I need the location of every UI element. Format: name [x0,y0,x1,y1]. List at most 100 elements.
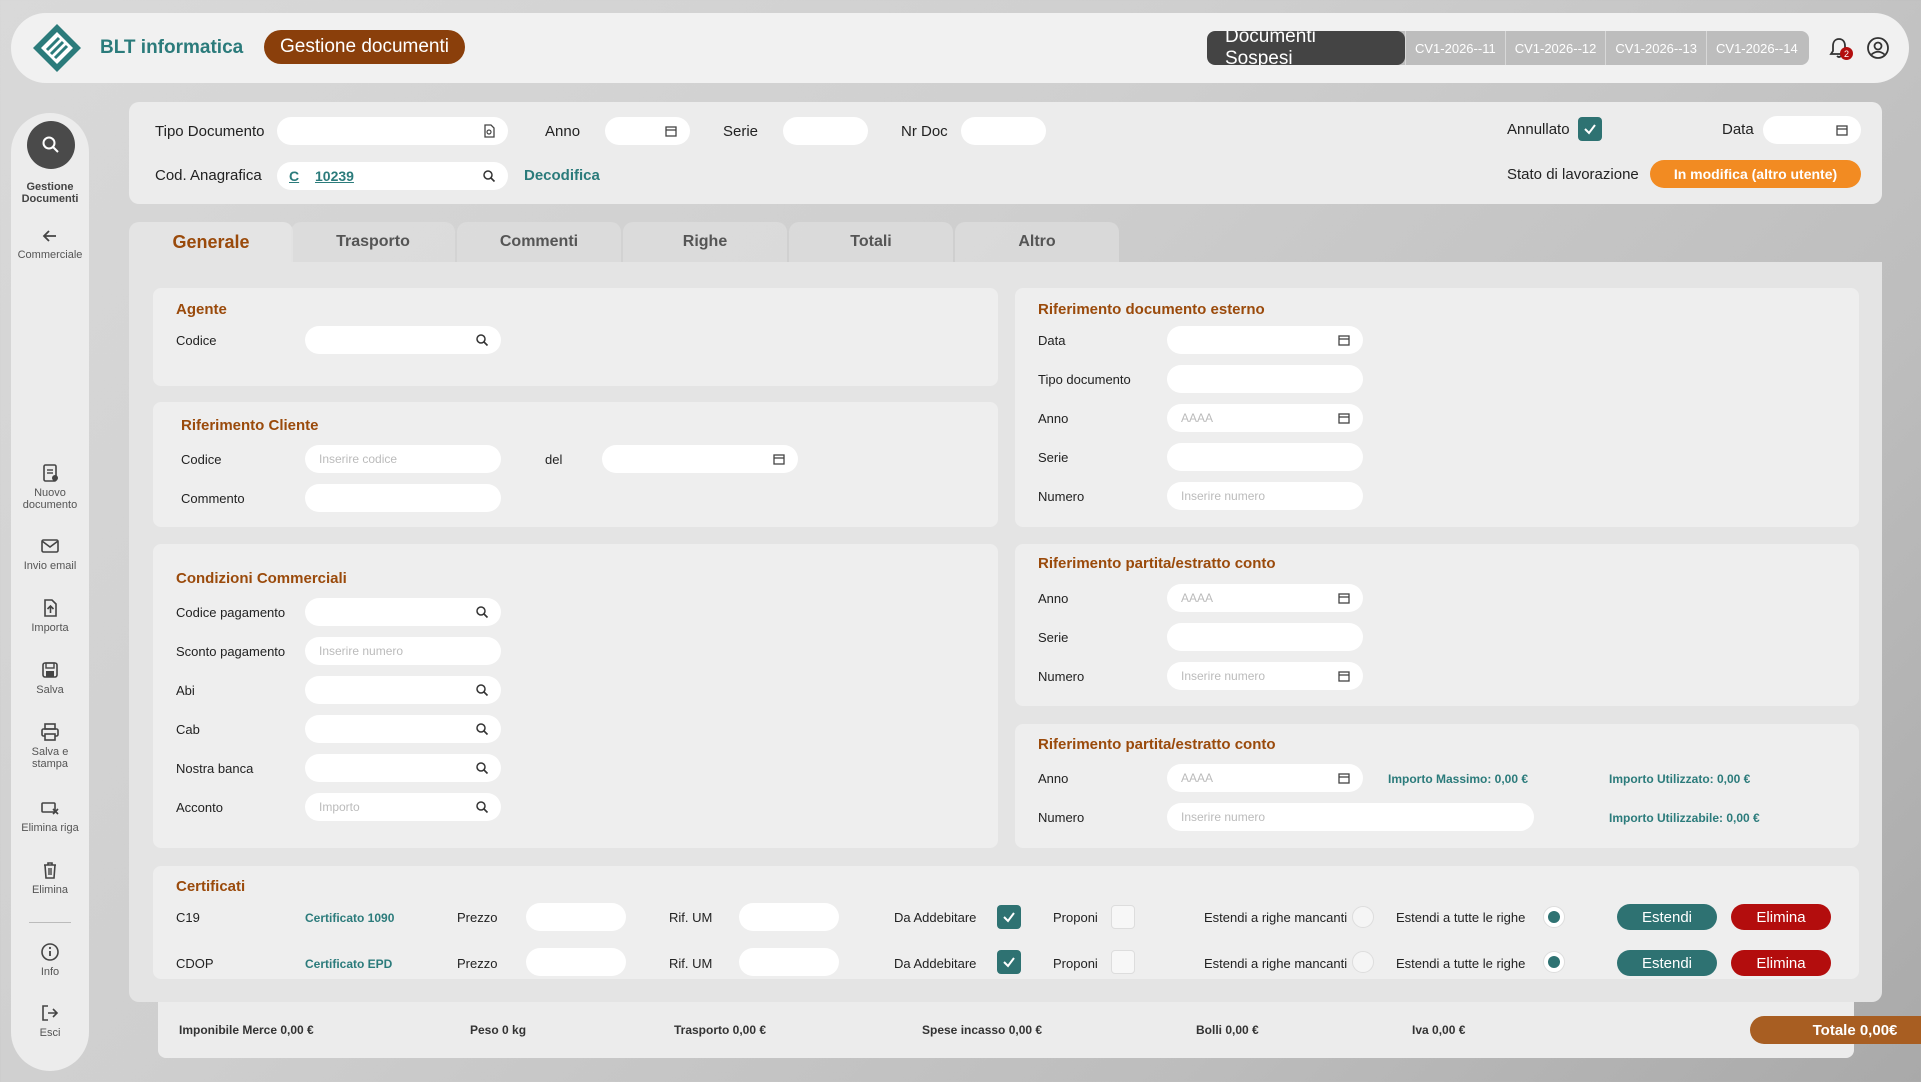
estendi-button[interactable]: Estendi [1617,904,1717,930]
placeholder: AAAA [1181,411,1214,425]
sidebar-item-save[interactable]: Salva [11,660,89,696]
placeholder: Inserire numero [1181,669,1266,683]
rif-esterno-serie-label: Serie [1038,450,1069,465]
calendar-icon [1338,671,1350,682]
cod-anagrafica-value[interactable]: 10239 [315,168,354,184]
decodifica-link[interactable]: Decodifica [524,167,600,184]
tab-righe[interactable]: Righe [623,222,787,262]
da-addebitare-label: Da Addebitare [894,910,977,925]
proponi-checkbox[interactable] [1111,905,1135,929]
estendi-tutte-label: Estendi a tutte le righe [1396,910,1526,925]
rif-esterno-numero-field[interactable]: Inserire numero [1167,482,1363,510]
suspended-tab[interactable]: CV1-2026--13 [1605,31,1706,65]
suspended-tab[interactable]: CV1-2026--11 [1405,31,1505,65]
serie-field[interactable] [783,117,868,145]
rif-um-field[interactable] [739,948,839,976]
peso: Peso 0 kg [470,1023,527,1037]
da-addebitare-checkbox[interactable] [997,950,1021,974]
totale-badge: Totale 0,00€ [1750,1016,1921,1044]
estendi-tutte-radio[interactable] [1543,906,1565,928]
data-field[interactable] [1763,116,1861,144]
rif-esterno-title: Riferimento documento esterno [1038,301,1265,318]
da-addebitare-checkbox[interactable] [997,905,1021,929]
rif-partita2-anno-field[interactable]: AAAA [1167,764,1363,792]
delete-row-icon [41,802,59,815]
agente-codice-field[interactable] [305,326,501,354]
proponi-checkbox[interactable] [1111,950,1135,974]
tab-commenti[interactable]: Commenti [457,222,621,262]
elimina-button[interactable]: Elimina [1731,950,1831,976]
rif-esterno-serie-field[interactable] [1167,443,1363,471]
cab-field[interactable] [305,715,501,743]
estendi-mancanti-radio[interactable] [1352,951,1374,973]
calendar-icon [1836,125,1848,136]
nr-doc-field[interactable] [961,117,1046,145]
certificato-link[interactable]: Certificato 1090 [305,911,394,925]
sidebar-item-label: Commerciale [17,249,83,261]
certificato-link[interactable]: Certificato EPD [305,957,392,971]
rif-esterno-data-field[interactable] [1167,326,1363,354]
certificato-code: CDOP [176,956,214,971]
elimina-button[interactable]: Elimina [1731,904,1831,930]
tab-trasporto[interactable]: Trasporto [291,222,455,262]
riferimento-cliente-title: Riferimento Cliente [181,417,319,434]
suspended-tab[interactable]: CV1-2026--14 [1706,31,1807,65]
rif-partita2-numero-field[interactable]: Inserire numero [1167,803,1534,831]
prezzo-field[interactable] [526,903,626,931]
rif-cliente-codice-field[interactable]: Inserire codice [305,445,501,473]
sidebar-item-import[interactable]: Importa [11,598,89,634]
anno-field[interactable] [605,117,690,145]
tab-altro[interactable]: Altro [955,222,1119,262]
search-button[interactable] [27,121,75,169]
abi-label: Abi [176,683,195,698]
rif-esterno-tipo-label: Tipo documento [1038,372,1131,387]
search-icon [476,334,489,347]
sidebar-item-label: Salva e stampa [31,746,69,770]
sidebar-item-delete-row[interactable]: Elimina riga [11,798,89,834]
tab-generale[interactable]: Generale [129,222,293,262]
sidebar-item-label: Salva [36,684,64,696]
cod-anagrafica-prefix[interactable]: C [289,168,299,184]
sidebar-item-email[interactable]: Invio email [11,536,89,572]
tipo-documento-field[interactable] [277,117,508,145]
rif-partita-anno-field[interactable]: AAAA [1167,584,1363,612]
rif-partita-serie-field[interactable] [1167,623,1363,651]
prezzo-label: Prezzo [457,910,498,925]
tipo-documento-label: Tipo Documento [155,123,265,140]
calendar-icon [1338,593,1350,604]
rif-cliente-codice-label: Codice [181,452,222,467]
sidebar-item-exit[interactable]: Esci [11,1003,89,1039]
sidebar-item-commerciale[interactable]: Commerciale [11,227,89,261]
abi-field[interactable] [305,676,501,704]
rif-cliente-data-field[interactable] [602,445,798,473]
nr-doc-label: Nr Doc [901,123,948,140]
sidebar-item-delete[interactable]: Elimina [11,860,89,896]
estendi-tutte-radio[interactable] [1543,951,1565,973]
prezzo-field[interactable] [526,948,626,976]
sidebar-item-info[interactable]: Info [11,942,89,978]
nostra-banca-field[interactable] [305,754,501,782]
estendi-button[interactable]: Estendi [1617,950,1717,976]
rif-esterno-anno-field[interactable]: AAAA [1167,404,1363,432]
suspended-tab[interactable]: CV1-2026--12 [1504,31,1606,65]
sidebar-item-save-print[interactable]: Salva e stampa [11,722,89,770]
sconto-pagamento-field[interactable]: Inserire numero [305,637,501,665]
cod-anagrafica-field[interactable]: C 10239 [277,162,508,190]
app-title[interactable]: Gestione documenti [264,30,465,64]
prezzo-label: Prezzo [457,956,498,971]
bell-icon[interactable]: 2 [1826,35,1853,61]
suspended-documents-title[interactable]: Documenti Sospesi [1207,31,1405,65]
rif-partita-anno-label: Anno [1038,591,1069,606]
tab-totali[interactable]: Totali [789,222,953,262]
annullato-checkbox[interactable] [1578,117,1602,141]
sidebar-item-new-document[interactable]: Nuovo documento [11,463,89,511]
rif-cliente-commento-field[interactable] [305,484,501,512]
rif-esterno-tipo-field[interactable] [1167,365,1363,393]
user-icon[interactable] [1865,35,1891,61]
rif-um-field[interactable] [739,903,839,931]
estendi-mancanti-radio[interactable] [1352,906,1374,928]
acconto-field[interactable]: Importo [305,793,501,821]
agente-codice-label: Codice [176,333,217,348]
rif-partita-numero-field[interactable]: Inserire numero [1167,662,1363,690]
codice-pagamento-field[interactable] [305,598,501,626]
